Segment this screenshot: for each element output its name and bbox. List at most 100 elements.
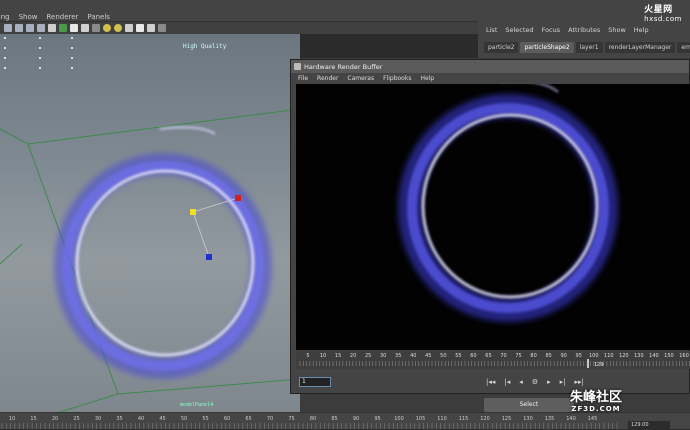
render-timeline-label: 50 (440, 353, 446, 359)
isolate-icon[interactable] (125, 24, 133, 32)
menu-file[interactable]: File (298, 75, 308, 82)
menu-help[interactable]: Help (420, 75, 434, 82)
time-slider-label: 80 (310, 416, 316, 422)
time-slider-label: 40 (138, 416, 144, 422)
time-slider-label: 100 (394, 416, 404, 422)
tab-particleshape2[interactable]: particleShape2 (520, 42, 574, 53)
tab-renderlayermanager[interactable]: renderLayerManager (604, 42, 676, 53)
sun-icon[interactable] (114, 24, 122, 32)
time-slider-label: 75 (288, 416, 294, 422)
render-timeline-label: 60 (470, 353, 476, 359)
shadows-icon[interactable] (70, 24, 78, 32)
select-button[interactable]: Select (484, 398, 574, 412)
render-timeline-label: 35 (395, 353, 401, 359)
time-slider-label: 20 (52, 416, 58, 422)
render-timeline-label: 70 (500, 353, 506, 359)
time-slider-label: 120 (480, 416, 490, 422)
render-timeline-label: 140 (649, 353, 659, 359)
step-forward-button[interactable]: ▸| (560, 377, 566, 387)
attribute-menu: List Selected Focus Attributes Show Help (486, 26, 649, 34)
play-forward-button[interactable]: ▸ (547, 377, 551, 387)
render-window-titlebar[interactable]: Hardware Render Buffer (291, 60, 689, 73)
maya-menubar: ting Show Renderer Panels (0, 0, 478, 22)
render-timeline-label: 25 (365, 353, 371, 359)
render-timeline-label: 30 (380, 353, 386, 359)
time-slider-label: 130 (523, 416, 533, 422)
time-slider-label: 35 (116, 416, 122, 422)
step-back-button[interactable]: |◂ (504, 377, 510, 387)
light-bulb-icon[interactable] (103, 24, 111, 32)
grid-icon[interactable] (92, 24, 100, 32)
wireframe-icon[interactable] (4, 24, 12, 32)
hardware-render-buffer-window: Hardware Render Buffer File Render Camer… (290, 59, 690, 394)
time-slider-label: 60 (224, 416, 230, 422)
menu-render[interactable]: Render (317, 75, 338, 82)
brand-name: 火星网 (644, 5, 673, 15)
menu-flipbooks[interactable]: Flipbooks (383, 75, 411, 82)
go-to-start-button[interactable]: |◂◂ (486, 377, 495, 387)
watermark-text: 朱峰社区 (570, 390, 623, 405)
render-timeline-label: 100 (589, 353, 599, 359)
textured-icon[interactable] (48, 24, 56, 32)
watermark-sub: ZF3D.COM (571, 405, 621, 413)
render-timeline[interactable]: 5 10 15 20 25 30 35 40 45 50 55 60 65 70 75 80 85 90 95 100… (296, 351, 690, 369)
time-slider-label: 65 (245, 416, 251, 422)
render-timeline-label: 20 (350, 353, 356, 359)
play-back-button[interactable]: ◂ (519, 377, 523, 387)
tab-particle2[interactable]: particle2 (484, 42, 519, 53)
menu-attributes[interactable]: Attributes (568, 26, 600, 34)
render-playback-controls: 1 |◂◂ |◂ ◂ ⚙ ▸ ▸| ▸▸| (296, 372, 690, 392)
brand-logo: 火星网 hxsd.com (644, 2, 682, 23)
rendered-ring (398, 84, 618, 322)
menu-list[interactable]: List (486, 26, 497, 34)
render-timeline-label: 40 (410, 353, 416, 359)
time-slider-ticks: 10 15 20 25 30 35 40 45 50 55 60 65 70 75 80 85 90 95 100 1… (1, 416, 618, 429)
film-gate-icon[interactable] (147, 24, 155, 32)
tab-emitter2[interactable]: emitter2 (677, 42, 690, 53)
menu-help-attr[interactable]: Help (634, 26, 649, 34)
viewport-scene (0, 37, 300, 412)
window-icon (294, 63, 301, 70)
menu-show[interactable]: Show (19, 13, 38, 22)
smooth-shade-icon[interactable] (15, 24, 23, 32)
viewport-dots (4, 37, 73, 69)
range-end-field[interactable]: 129.00 (628, 421, 670, 429)
render-timeline-ticks: 5 10 15 20 25 30 35 40 45 50 55 60 65 70 75 80 85 90 95 100… (299, 353, 690, 368)
time-slider-label: 50 (181, 416, 187, 422)
menu-panels[interactable]: Panels (87, 13, 110, 22)
frame-field[interactable]: 1 (299, 377, 331, 387)
camera-icon[interactable] (81, 24, 89, 32)
render-window-menubar: File Render Cameras Flipbooks Help (291, 73, 689, 84)
menu-renderer[interactable]: Renderer (46, 13, 78, 22)
shade-wire-icon[interactable] (26, 24, 34, 32)
current-frame-marker[interactable] (587, 359, 589, 368)
brand-site: hxsd.com (644, 15, 682, 23)
tools-icon[interactable] (158, 24, 166, 32)
lights-icon[interactable] (59, 24, 67, 32)
menu-selected[interactable]: Selected (505, 26, 533, 34)
node-tabs: particle2 particleShape2 layer1 renderLa… (484, 42, 690, 53)
particle-ring (54, 126, 272, 379)
tab-layer1[interactable]: layer1 (575, 42, 603, 53)
menu-lighting[interactable]: ting (0, 13, 10, 22)
render-timeline-label: 10 (320, 353, 326, 359)
menu-cameras[interactable]: Cameras (347, 75, 374, 82)
maya-time-slider[interactable]: 10 15 20 25 30 35 40 45 50 55 60 65 70 75 80 85 90 95 100 1… (0, 412, 690, 429)
render-timeline-label: 90 (560, 353, 566, 359)
viewport-toolbar (0, 22, 478, 34)
time-slider-label: 145 (588, 416, 598, 422)
settings-button[interactable]: ⚙ (532, 377, 538, 387)
time-slider-label: 25 (73, 416, 79, 422)
render-timeline-label: 75 (515, 353, 521, 359)
menu-focus[interactable]: Focus (542, 26, 561, 34)
resolution-gate-icon[interactable] (136, 24, 144, 32)
perspective-viewport[interactable]: High Quality modelPanel4 (0, 34, 300, 412)
rendered-image (296, 84, 690, 350)
time-slider-label: 105 (416, 416, 426, 422)
time-slider-label: 140 (566, 416, 576, 422)
menu-show-attr[interactable]: Show (608, 26, 626, 34)
render-timeline-label: 150 (664, 353, 674, 359)
time-slider-label: 10 (9, 416, 15, 422)
xray-icon[interactable] (37, 24, 45, 32)
time-slider-label: 70 (267, 416, 273, 422)
